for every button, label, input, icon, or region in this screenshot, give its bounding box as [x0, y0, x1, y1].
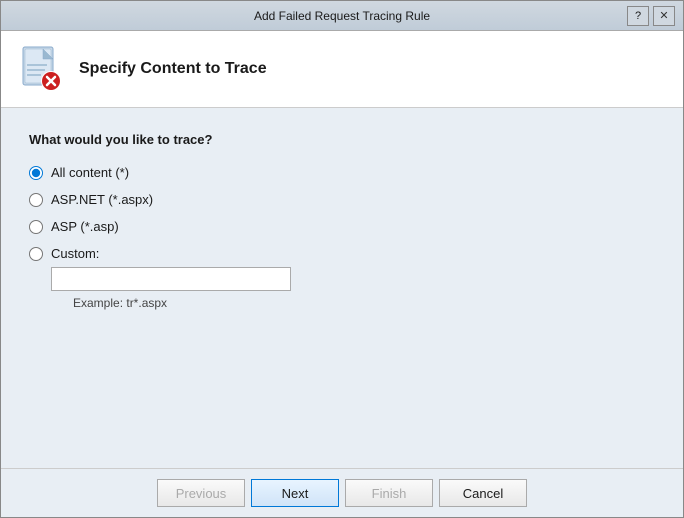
custom-example-text: Example: tr*.aspx	[73, 296, 655, 310]
radio-asp[interactable]: ASP (*.asp)	[29, 219, 655, 234]
radio-asp-input[interactable]	[29, 220, 43, 234]
custom-option-group: Custom: Example: tr*.aspx	[29, 246, 655, 310]
title-bar-controls: ? ✕	[627, 6, 675, 26]
radio-asp-label: ASP (*.asp)	[51, 219, 119, 234]
title-bar: Add Failed Request Tracing Rule ? ✕	[1, 1, 683, 31]
window-title: Add Failed Request Tracing Rule	[57, 9, 627, 23]
question-label: What would you like to trace?	[29, 132, 655, 147]
content-area: What would you like to trace? All conten…	[1, 108, 683, 468]
help-button[interactable]: ?	[627, 6, 649, 26]
cancel-button[interactable]: Cancel	[439, 479, 527, 507]
radio-all-content[interactable]: All content (*)	[29, 165, 655, 180]
close-button[interactable]: ✕	[653, 6, 675, 26]
header-icon	[17, 45, 65, 93]
footer: Previous Next Finish Cancel	[1, 468, 683, 517]
header-section: Specify Content to Trace	[1, 31, 683, 108]
previous-button[interactable]: Previous	[157, 479, 245, 507]
radio-custom-input[interactable]	[29, 247, 43, 261]
custom-input-wrapper: Example: tr*.aspx	[51, 267, 655, 310]
radio-group: All content (*) ASP.NET (*.aspx) ASP (*.…	[29, 165, 655, 310]
custom-text-input[interactable]	[51, 267, 291, 291]
main-window: Add Failed Request Tracing Rule ? ✕	[0, 0, 684, 518]
radio-custom[interactable]: Custom:	[29, 246, 655, 261]
radio-custom-label: Custom:	[51, 246, 99, 261]
finish-button[interactable]: Finish	[345, 479, 433, 507]
radio-all-label: All content (*)	[51, 165, 129, 180]
header-title: Specify Content to Trace	[79, 60, 267, 78]
radio-aspnet-label: ASP.NET (*.aspx)	[51, 192, 153, 207]
radio-all-input[interactable]	[29, 166, 43, 180]
document-icon	[17, 45, 65, 93]
radio-aspnet[interactable]: ASP.NET (*.aspx)	[29, 192, 655, 207]
radio-aspnet-input[interactable]	[29, 193, 43, 207]
next-button[interactable]: Next	[251, 479, 339, 507]
